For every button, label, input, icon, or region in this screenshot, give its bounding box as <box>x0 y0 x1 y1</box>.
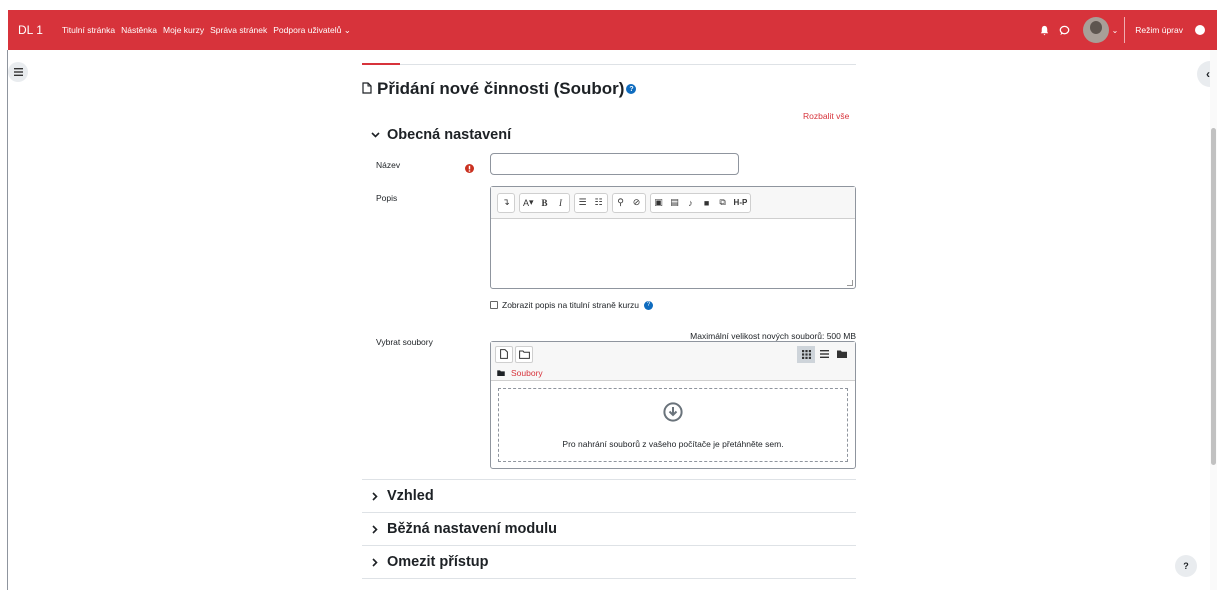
folder-icon <box>518 350 530 359</box>
media-icon[interactable]: ▤ <box>667 194 683 212</box>
file-icon <box>362 79 372 99</box>
name-input[interactable] <box>490 153 739 175</box>
chevron-down-icon[interactable]: ⌄ <box>1112 26 1119 35</box>
nav-link-user-support-label: Podpora uživatelů <box>273 24 342 35</box>
active-tab-indicator <box>362 63 400 65</box>
section-divider <box>362 479 856 480</box>
tab-divider <box>362 64 856 65</box>
edit-mode-label: Režim úprav <box>1135 25 1183 35</box>
show-description-row: Zobrazit popis na titulní straně kurzu ? <box>490 300 654 310</box>
resize-handle[interactable] <box>847 280 853 286</box>
nav-link-home[interactable]: Titulní stránka <box>62 25 115 36</box>
help-button[interactable]: ? <box>1175 555 1197 577</box>
unordered-list-icon[interactable]: ☰ <box>575 194 591 212</box>
section-divider <box>362 578 856 579</box>
page-title-text: Přidání nové činnosti (Soubor) <box>377 79 625 98</box>
chevron-right-icon <box>369 491 381 501</box>
image-icon[interactable]: ▣ <box>651 194 667 212</box>
section-restrict-access-header[interactable]: Omezit přístup <box>369 554 489 570</box>
add-file-button[interactable] <box>495 345 513 363</box>
chevron-down-icon: ⌄ <box>343 24 351 35</box>
show-description-checkbox[interactable] <box>490 301 498 309</box>
nav-link-my-courses[interactable]: Moje kurzy <box>163 25 204 36</box>
nav-link-dashboard[interactable]: Nástěnka <box>121 25 157 36</box>
path-folder-link[interactable]: Soubory <box>511 368 543 378</box>
expand-all-link[interactable]: Rozbalit vše <box>803 111 849 121</box>
edit-mode-toggle[interactable] <box>1195 25 1205 35</box>
name-label: Název <box>376 160 401 170</box>
file-icon <box>500 349 508 359</box>
section-general-header[interactable]: Obecná nastavení <box>369 127 511 143</box>
download-arrow-icon <box>663 401 683 427</box>
link-icon[interactable]: ⚲ <box>613 194 629 212</box>
description-label: Popis <box>376 193 398 203</box>
top-navbar: DL 1 Titulní stránka Nástěnka Moje kurzy… <box>8 10 1217 50</box>
course-index-toggle[interactable] <box>8 62 28 82</box>
video-icon[interactable]: ■ <box>699 194 715 212</box>
help-icon[interactable]: ? <box>644 300 654 310</box>
help-icon[interactable]: ? <box>626 84 637 94</box>
section-common-settings-title: Běžná nastavení modulu <box>387 521 558 537</box>
font-size-button[interactable]: A ▾ <box>520 194 537 212</box>
folder-icon <box>497 370 505 376</box>
tree-view-icon[interactable] <box>833 346 851 363</box>
page-title: Přidání nové činnosti (Soubor) ? <box>362 79 637 99</box>
section-restrict-access-title: Omezit přístup <box>387 554 489 570</box>
editor-content-area[interactable] <box>491 219 855 287</box>
description-editor: ↴ A ▾ B I ☰ ☷ ⚲ ⊘ ▣ ▤ ♪ ■ ⧉ H-P <box>490 186 856 289</box>
list-view-icon[interactable] <box>815 346 833 363</box>
manage-files-icon[interactable]: ⧉ <box>715 194 731 212</box>
h5p-icon[interactable]: H-P <box>731 194 751 212</box>
list-icon <box>13 68 23 76</box>
create-folder-button[interactable] <box>515 345 533 363</box>
section-appearance-header[interactable]: Vzhled <box>369 488 434 504</box>
scrollbar-thumb[interactable] <box>1211 128 1216 465</box>
max-file-size-text: Maximální velikost nových souborů: 500 M… <box>690 331 856 341</box>
chevron-right-icon <box>369 557 381 567</box>
required-icon <box>465 160 474 178</box>
file-drop-zone[interactable]: Pro nahrání souborů z vašeho počítače je… <box>498 388 848 462</box>
section-divider <box>362 545 856 546</box>
left-border <box>7 50 8 590</box>
file-manager: Soubory Pro nahrání souborů z vašeho poč… <box>490 341 856 469</box>
primary-navigation: Titulní stránka Nástěnka Moje kurzy Sprá… <box>62 25 351 36</box>
drop-zone-text: Pro nahrání souborů z vašeho počítače je… <box>562 438 784 449</box>
ordered-list-icon[interactable]: ☷ <box>591 194 607 212</box>
italic-button[interactable]: I <box>553 194 569 212</box>
chevron-down-icon <box>369 132 381 138</box>
navbar-divider <box>1124 17 1126 43</box>
section-divider <box>362 512 856 513</box>
show-description-label[interactable]: Zobrazit popis na titulní straně kurzu <box>502 300 639 310</box>
file-manager-path: Soubory <box>491 366 855 381</box>
chevron-right-icon <box>369 524 381 534</box>
font-size-label: A <box>523 197 530 208</box>
toolbar-toggle-icon[interactable]: ↴ <box>498 194 514 212</box>
section-appearance-title: Vzhled <box>387 488 434 504</box>
editor-toolbar: ↴ A ▾ B I ☰ ☷ ⚲ ⊘ ▣ ▤ ♪ ■ ⧉ H-P <box>491 187 855 219</box>
user-avatar[interactable] <box>1082 17 1109 43</box>
section-general-title: Obecná nastavení <box>387 127 512 143</box>
nav-link-user-support[interactable]: Podpora uživatelů ⌄ <box>273 25 351 36</box>
bold-button[interactable]: B <box>537 194 553 212</box>
site-brand[interactable]: DL 1 <box>8 23 62 37</box>
bell-icon[interactable] <box>1037 22 1053 38</box>
select-files-label: Vybrat soubory <box>376 337 433 347</box>
microphone-icon[interactable]: ♪ <box>683 194 699 212</box>
unlink-icon[interactable]: ⊘ <box>629 194 645 212</box>
grid-view-icon[interactable] <box>797 345 815 363</box>
section-common-settings-header[interactable]: Běžná nastavení modulu <box>369 521 557 537</box>
file-manager-toolbar <box>491 342 855 366</box>
messages-icon[interactable] <box>1057 22 1073 38</box>
nav-link-site-admin[interactable]: Správa stránek <box>210 25 267 36</box>
